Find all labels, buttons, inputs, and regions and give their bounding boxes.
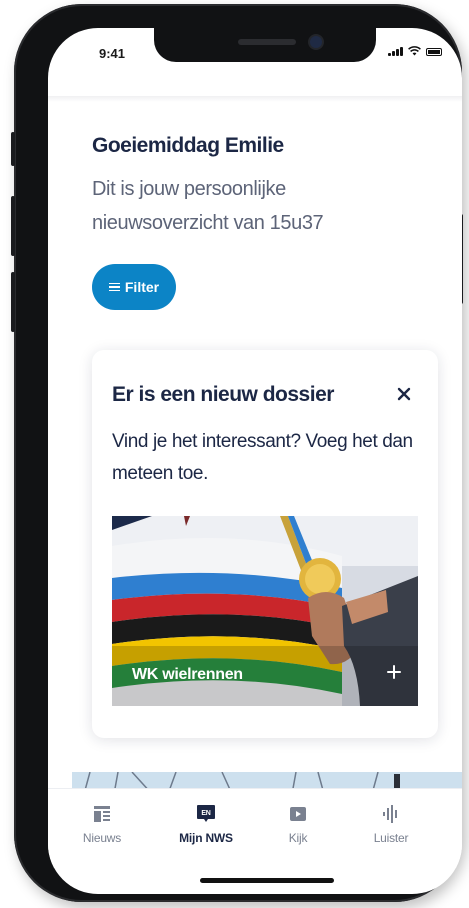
play-icon (287, 803, 309, 825)
greeting-subtitle: Dit is jouw persoonlijke nieuwsoverzicht… (92, 178, 324, 234)
volume-down-button (11, 272, 15, 332)
bottom-tab-bar: Nieuws EN Mijn NWS Kijk Luister (48, 788, 462, 868)
tab-label: Luister (373, 831, 409, 845)
dossier-card: Er is een nieuw dossier Vind je het inte… (92, 350, 438, 738)
speaker (238, 39, 296, 45)
sliders-icon (108, 282, 120, 292)
tab-badge-text: EN (201, 810, 210, 817)
volume-up-button (11, 196, 15, 256)
dossier-image-label: WK wielrennen (132, 666, 243, 683)
dossier-card-body: Vind je het interessant? Voeg het dan me… (112, 431, 413, 484)
mijn-nws-badge-icon: EN (195, 803, 217, 825)
news-icon (91, 803, 113, 825)
filter-button[interactable]: Filter (92, 264, 176, 310)
notch (154, 28, 376, 62)
battery-icon (425, 48, 442, 56)
header-divider (48, 96, 462, 102)
tab-mijn-nws[interactable]: EN Mijn NWS (173, 803, 239, 845)
dossier-card-title: Er is een nieuw dossier (112, 383, 334, 406)
status-icons (388, 46, 442, 56)
phone-frame: 9:41 Goeiemiddag Emilie Dit is jouw pers… (11, 4, 463, 902)
filter-label: Filter (124, 279, 160, 295)
tab-nieuws[interactable]: Nieuws (79, 803, 125, 845)
dossier-image[interactable]: WK wielrennen (112, 516, 418, 706)
phone-screen: 9:41 Goeiemiddag Emilie Dit is jouw pers… (48, 28, 462, 894)
wifi-icon (407, 46, 421, 56)
tab-label: Kijk (288, 831, 308, 845)
greeting-title: Goeiemiddag Emilie (92, 134, 284, 157)
tab-kijk[interactable]: Kijk (278, 803, 318, 845)
signal-icon (388, 46, 403, 56)
plus-icon (387, 665, 401, 679)
tab-luister[interactable]: Luister (366, 803, 416, 845)
close-button[interactable] (388, 378, 420, 410)
status-time: 9:41 (99, 46, 126, 61)
audio-wave-icon (380, 803, 402, 825)
add-dossier-button[interactable] (380, 658, 408, 686)
home-indicator[interactable] (200, 878, 334, 883)
tab-label: Nieuws (82, 831, 122, 845)
front-camera (310, 36, 322, 48)
silent-switch (11, 132, 15, 166)
close-icon (397, 387, 411, 401)
tab-label: Mijn NWS (179, 831, 233, 845)
